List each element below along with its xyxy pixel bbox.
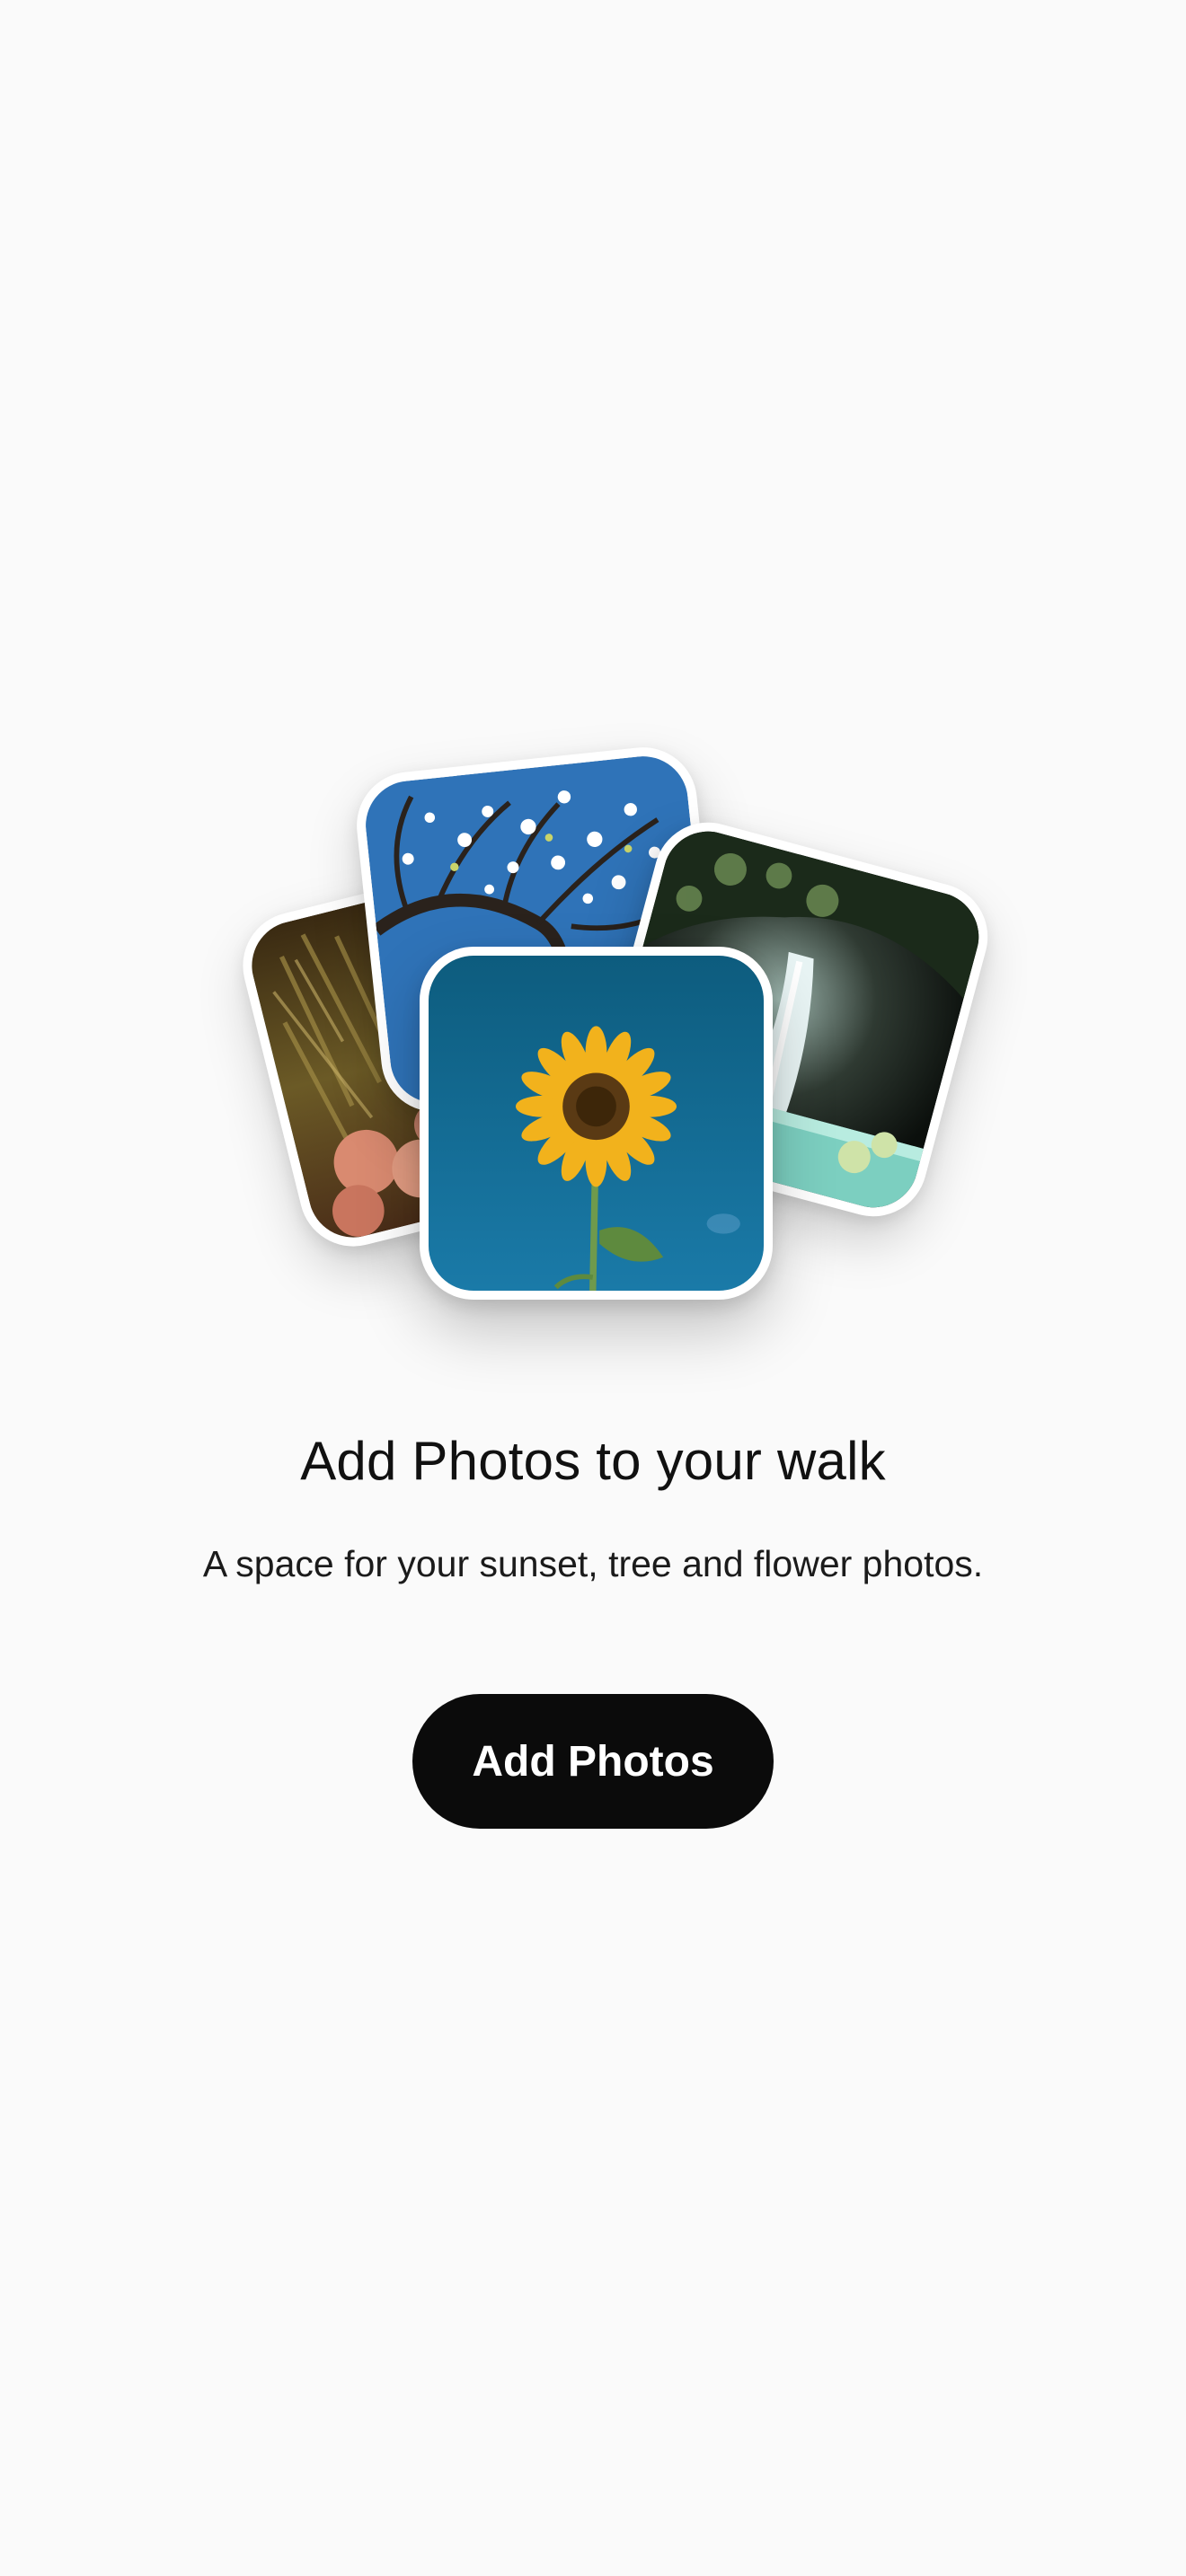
add-photos-button[interactable]: Add Photos — [412, 1694, 774, 1829]
photo-collage — [0, 0, 1186, 1401]
empty-state-title: Add Photos to your walk — [300, 1431, 886, 1491]
empty-state-subtitle: A space for your sunset, tree and flower… — [202, 1543, 984, 1584]
sunflower-photo — [420, 947, 773, 1300]
empty-state-screen: Add Photos to your walk A space for your… — [0, 0, 1186, 2576]
